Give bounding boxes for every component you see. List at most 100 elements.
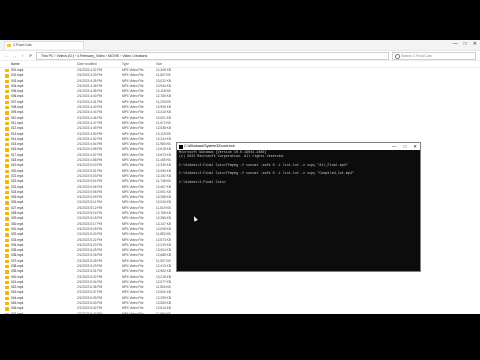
video-file-icon: [5, 254, 9, 258]
search-input[interactable]: Search 2.Final Cuts: [392, 51, 476, 60]
video-file-icon: [5, 243, 9, 248]
file-name-text: 010.mp4: [11, 115, 24, 120]
video-file-icon: [5, 84, 9, 89]
video-file-icon: [5, 127, 9, 131]
video-file-icon: [5, 79, 9, 83]
video-file-icon: [5, 148, 9, 152]
terminal-title: C:\Windows\System32\cmd.exe: [184, 144, 235, 148]
file-name-text: 021.mp4: [11, 173, 24, 178]
video-file-icon: [5, 206, 9, 211]
address-breadcrumb[interactable]: This PC › Videos (D:) › 4.February_Video…: [36, 51, 389, 60]
video-file-icon: [5, 291, 9, 295]
search-icon: [395, 53, 400, 59]
file-name-text: 008.mp4: [11, 105, 24, 110]
video-file-icon: [5, 196, 9, 200]
video-file-icon: [5, 222, 9, 226]
file-name-text: 024.mp4: [11, 189, 24, 194]
video-file-icon: [5, 264, 9, 269]
file-name-text: 012.mp4: [11, 126, 24, 131]
video-file-icon: [5, 69, 9, 73]
video-file-icon: [5, 249, 9, 253]
file-name-text: 042.mp4: [11, 285, 24, 290]
file-row[interactable]: 047.mp4 2/1/2023 5:43 PM MP4 Video File 11,…: [5, 312, 480, 314]
minimize-icon[interactable]: —: [392, 143, 397, 150]
explorer-tab[interactable]: 2.Final Cuts: [4, 41, 84, 49]
maximize-icon[interactable]: □: [404, 143, 407, 150]
close-icon[interactable]: ✕: [473, 41, 477, 47]
file-type: MP4 Video File: [122, 311, 144, 314]
file-name-text: 023.mp4: [11, 184, 24, 189]
video-file-icon: [5, 180, 9, 184]
terminal-output[interactable]: Microsoft Windows [Version 10.0.19044.24…: [177, 150, 420, 186]
terminal-line: C:\Videos\2.Final Cuts>: [179, 181, 226, 186]
file-name-text: 005.mp4: [11, 89, 24, 94]
video-file-icon: [5, 169, 9, 173]
terminal-title-bar[interactable]: C:\Windows\System32\cmd.exe — □ ✕: [177, 143, 420, 150]
video-file-icon: [5, 174, 9, 179]
file-name-text: 046.mp4: [11, 306, 24, 311]
video-file-icon: [5, 201, 9, 205]
up-arrow-icon[interactable]: ↑: [20, 53, 25, 58]
file-name-text: 036.mp4: [11, 253, 24, 258]
video-file-icon: [5, 121, 9, 126]
file-name-text: 019.mp4: [11, 163, 24, 168]
video-file-icon: [5, 259, 9, 263]
video-file-icon: [5, 217, 9, 221]
file-name-text: 040.mp4: [11, 274, 24, 279]
video-file-icon: [5, 106, 9, 110]
video-file-icon: [5, 212, 9, 216]
video-file-icon: [5, 137, 9, 142]
file-size: 11,966 KB: [156, 311, 171, 314]
column-date-modified[interactable]: Date modified: [77, 61, 122, 67]
file-name-text: 033.mp4: [11, 237, 24, 242]
command-prompt-window[interactable]: C:\Windows\System32\cmd.exe — □ ✕ Micros…: [176, 142, 421, 272]
video-file-icon: [5, 280, 9, 285]
file-name-text: 015.mp4: [11, 142, 24, 147]
column-type[interactable]: Type: [122, 61, 156, 67]
file-name-text: 017.mp4: [11, 152, 24, 157]
minimize-icon[interactable]: —: [453, 41, 458, 47]
video-file-icon: [5, 100, 9, 105]
file-name-text: 022.mp4: [11, 179, 24, 184]
video-file-icon: [5, 190, 9, 195]
maximize-icon[interactable]: □: [464, 41, 467, 47]
back-arrow-icon[interactable]: ←: [4, 53, 9, 58]
file-name-text: 029.mp4: [11, 216, 24, 221]
forward-arrow-icon[interactable]: →: [12, 53, 17, 58]
video-file-icon: [5, 238, 9, 242]
video-file-icon: [5, 132, 9, 136]
file-name-text: 038.mp4: [11, 263, 24, 268]
file-name-text: 028.mp4: [11, 211, 24, 216]
file-name-text: 020.mp4: [11, 168, 24, 173]
file-name-text: 026.mp4: [11, 200, 24, 205]
refresh-icon[interactable]: ⟳: [28, 53, 33, 58]
search-placeholder: Search 2.Final Cuts: [401, 53, 432, 58]
file-name-text: 009.mp4: [11, 110, 24, 115]
file-name-text: 007.mp4: [11, 99, 24, 104]
file-name-text: 037.mp4: [11, 258, 24, 263]
cmd-icon: [178, 144, 183, 149]
file-name-text: 025.mp4: [11, 195, 24, 200]
file-name-text: 018.mp4: [11, 158, 24, 163]
file-name-text: 045.mp4: [11, 301, 24, 306]
column-name[interactable]: Name: [5, 61, 77, 67]
video-file-icon: [5, 90, 9, 94]
file-name-text: 039.mp4: [11, 269, 24, 274]
video-file-icon: [5, 307, 9, 311]
file-name-text: 047.mp4: [11, 311, 24, 314]
file-name-text: 011.mp4: [11, 120, 24, 125]
file-name-text: 013.mp4: [11, 131, 24, 136]
file-name-text: 002.mp4: [11, 73, 24, 78]
video-file-icon: [5, 159, 9, 163]
file-name-text: 035.mp4: [11, 248, 24, 253]
video-file-icon: [5, 164, 9, 168]
column-size[interactable]: Size: [156, 61, 186, 67]
file-name-text: 034.mp4: [11, 242, 24, 247]
video-file-icon: [5, 233, 9, 237]
file-date: 2/1/2023 5:43 PM: [77, 311, 103, 314]
file-name-text: 027.mp4: [11, 205, 24, 210]
file-name-text: 041.mp4: [11, 279, 24, 284]
video-file-icon: [5, 302, 9, 306]
video-file-icon: [5, 296, 9, 301]
close-icon[interactable]: ✕: [413, 143, 417, 150]
